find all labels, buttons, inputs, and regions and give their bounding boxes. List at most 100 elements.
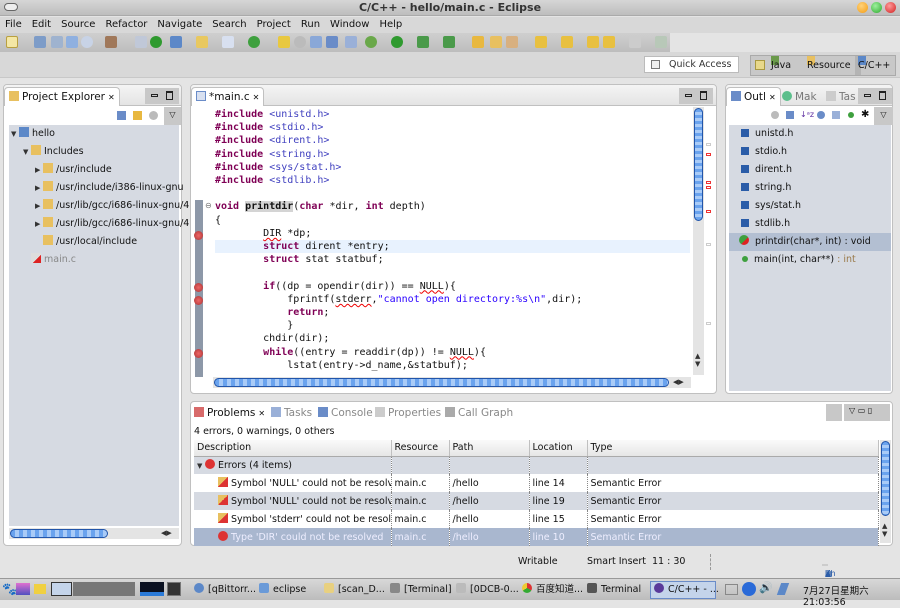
error-overview-marker[interactable]	[706, 181, 711, 184]
next-annotation-icon[interactable]	[535, 36, 547, 48]
print-icon[interactable]	[66, 36, 78, 48]
view-menu-icon[interactable]: ▽	[874, 107, 893, 125]
task-terminal-1[interactable]: [Terminal]	[390, 582, 452, 598]
tree-item-include-path[interactable]: ▶ /usr/include	[35, 161, 112, 179]
build-config-icon[interactable]	[81, 36, 93, 48]
column-header-type[interactable]: Type	[587, 440, 879, 457]
expand-icon[interactable]: ▼	[11, 125, 19, 143]
task-eclipse-active[interactable]: C/C++ - ...	[650, 581, 719, 599]
clock[interactable]: 7月27日星期六 21:03:56	[803, 583, 900, 608]
minimize-view-icon[interactable]: ▭	[858, 406, 866, 415]
error-group-row[interactable]: ▼ Errors (4 items)	[194, 456, 879, 474]
volume-icon[interactable]: 🔊	[759, 581, 773, 594]
problem-row[interactable]: Symbol 'NULL' could not be resolved main…	[194, 474, 879, 492]
scroll-thumb[interactable]	[10, 529, 108, 538]
maximize-view-icon[interactable]	[879, 91, 886, 100]
outline-item[interactable]: string.h	[729, 179, 891, 197]
overview-marker[interactable]	[706, 143, 711, 146]
skip-breakpoints-icon[interactable]	[345, 36, 357, 48]
open-perspective-icon[interactable]	[755, 60, 765, 70]
close-tab-icon[interactable]: ✕	[258, 409, 265, 418]
image-viewer-icon[interactable]	[16, 583, 30, 595]
coverage-icon[interactable]	[417, 36, 429, 48]
folder-icon[interactable]	[34, 584, 46, 594]
tab-properties[interactable]: Properties	[375, 402, 441, 424]
pin-editor-icon[interactable]	[655, 36, 667, 48]
external-tools-icon[interactable]	[443, 36, 455, 48]
new-icon[interactable]	[6, 36, 18, 48]
scroll-arrows-icon[interactable]: ◀▶	[161, 529, 172, 537]
expand-icon[interactable]: ▼	[23, 143, 31, 161]
tab-problems[interactable]: Problems ✕	[194, 402, 265, 425]
minimize-view-icon[interactable]	[864, 94, 871, 97]
minimize-button[interactable]	[857, 2, 868, 13]
tree-item-include-path[interactable]: ▶ /usr/lib/gcc/i686-linux-gnu/4.7/	[35, 215, 202, 233]
collapse-all-icon[interactable]	[117, 111, 126, 120]
tree-item-main-c[interactable]: main.c	[23, 251, 76, 269]
close-tab-icon[interactable]: ✕	[253, 93, 260, 102]
expand-icon[interactable]: ▼	[197, 462, 205, 470]
save-all-icon[interactable]	[51, 36, 63, 48]
scroll-arrows-icon[interactable]: ◀▶	[673, 378, 684, 386]
tree-item-include-path[interactable]: ▶ /usr/lib/gcc/i686-linux-gnu/4.7/	[35, 197, 202, 215]
close-button[interactable]	[885, 2, 896, 13]
outline-item[interactable]: dirent.h	[729, 161, 891, 179]
tree-item-includes[interactable]: ▼ Includes	[23, 143, 84, 161]
menu-window[interactable]: Window	[325, 17, 374, 33]
new-source-file-icon[interactable]	[222, 36, 234, 48]
link-with-editor-icon[interactable]	[133, 111, 142, 120]
fold-icon[interactable]: ⊖	[205, 201, 212, 210]
code-editor[interactable]: #include <unistd.h> #include <stdio.h> #in…	[215, 108, 582, 372]
mark-occurrences-icon[interactable]	[294, 36, 306, 48]
expand-icon[interactable]: ▶	[35, 179, 43, 197]
quick-access-input[interactable]: Quick Access	[644, 56, 739, 73]
menu-search[interactable]: Search	[207, 17, 251, 33]
new-source-folder-icon[interactable]	[196, 36, 208, 48]
menu-run[interactable]: Run	[296, 17, 325, 33]
menu-source[interactable]: Source	[56, 17, 100, 33]
ime-indicator[interactable]: ▲ Zh ▦	[822, 564, 836, 578]
outline-item[interactable]: sys/stat.h	[729, 197, 891, 215]
error-overview-marker[interactable]	[706, 153, 711, 156]
outline-item[interactable]: stdlib.h	[729, 215, 891, 233]
last-edit-icon[interactable]	[587, 36, 599, 48]
editor-vscroll[interactable]: ▲ ▼	[693, 107, 704, 375]
maximize-view-icon[interactable]	[700, 91, 707, 100]
error-overview-marker[interactable]	[706, 186, 711, 189]
view-menu-icon[interactable]: ▽	[849, 406, 855, 415]
focus-toolbar-icon[interactable]	[826, 404, 842, 421]
column-header-path[interactable]: Path	[449, 440, 530, 457]
minimize-view-icon[interactable]	[151, 94, 158, 97]
hide-fields-icon[interactable]	[817, 111, 825, 119]
column-header-location[interactable]: Location	[529, 440, 588, 457]
tab-outline[interactable]: Outl ✕	[726, 87, 781, 106]
maximize-view-icon[interactable]	[166, 91, 173, 100]
tree-item-hello[interactable]: ▼ hello	[11, 125, 55, 143]
collapse-all-icon[interactable]	[786, 111, 794, 119]
menu-edit[interactable]: Edit	[27, 17, 56, 33]
error-marker-icon[interactable]	[194, 349, 203, 358]
menu-navigate[interactable]: Navigate	[152, 17, 207, 33]
keyboard-tray-icon[interactable]	[725, 584, 738, 595]
problem-row[interactable]: Symbol 'NULL' could not be resolved main…	[194, 492, 879, 510]
tree-item-include-path[interactable]: /usr/local/include	[35, 233, 137, 251]
minimize-view-icon[interactable]	[685, 94, 692, 97]
perspective-cpp[interactable]: C/C++	[855, 56, 890, 75]
scroll-arrows-icon[interactable]: ▲ ▼	[695, 352, 700, 368]
tab-project-explorer[interactable]: Project Explorer ✕	[4, 87, 120, 106]
error-marker-icon[interactable]	[194, 296, 203, 305]
task-qbittorrent[interactable]: [qBittorr...	[194, 582, 256, 598]
close-tab-icon[interactable]: ✕	[769, 93, 776, 102]
scroll-arrows-icon[interactable]: ▲ ▼	[882, 522, 887, 538]
network-icon[interactable]	[776, 583, 790, 595]
run-as-icon[interactable]	[391, 36, 403, 48]
tab-make[interactable]: Mak	[782, 88, 817, 106]
outline-item[interactable]: main(int, char**) : int	[729, 251, 891, 269]
column-header-description[interactable]: Description	[194, 440, 392, 457]
block-selection-icon[interactable]	[310, 36, 322, 48]
task-0dcb[interactable]: [0DCB-0...	[456, 582, 519, 598]
prev-annotation-icon[interactable]	[561, 36, 573, 48]
search-icon[interactable]	[506, 36, 518, 48]
menu-refactor[interactable]: Refactor	[100, 17, 152, 33]
outline-item-selected[interactable]: printdir(char*, int) : void	[729, 233, 891, 251]
